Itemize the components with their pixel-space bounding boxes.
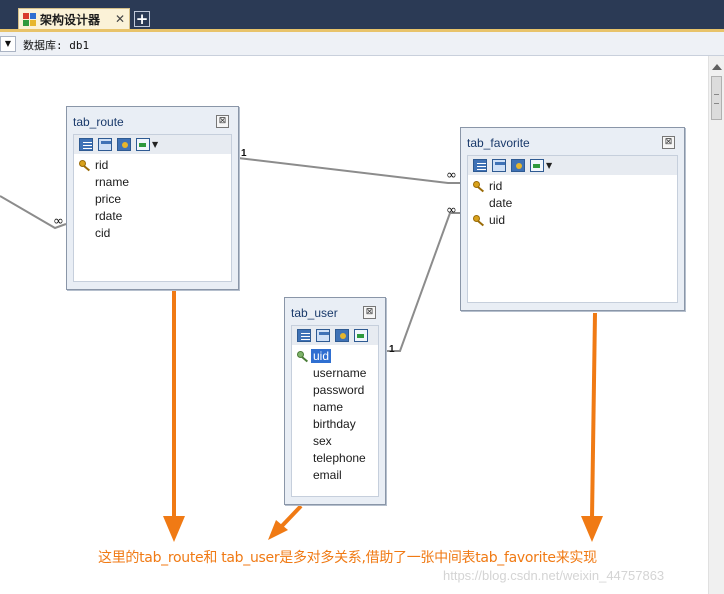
field-name: uid [311,349,332,363]
table-body: ▼ rid date uid [467,155,678,303]
field-row[interactable]: username [292,365,378,382]
field-list: uid username password name birthday sex teleph… [292,348,378,484]
key-manage-icon[interactable] [335,329,349,342]
field-name: price [95,192,122,206]
annotation-text: 这里的tab_route和 tab_user是多对多关系,借助了一张中间表tab… [98,550,597,566]
table-toolbar: ▼ [468,156,677,175]
field-row[interactable]: birthday [292,416,378,433]
field-row[interactable]: name [292,399,378,416]
field-row[interactable]: uid [292,348,378,365]
table-tab-route[interactable]: tab_route ⊠ ▼ rid rname price rdate cid [66,106,239,290]
one-marker-user: 1 [389,344,395,355]
columns-icon[interactable] [473,159,487,172]
watermark: https://blog.csdn.net/weixin_44757863 [443,568,665,583]
primary-key-icon [79,160,91,171]
many-marker-favorite-rid: ∞ [446,168,457,183]
field-name: uid [489,213,506,227]
export-icon[interactable] [136,138,150,151]
columns-icon[interactable] [79,138,93,151]
table-title: tab_favorite [467,136,530,150]
table-title: tab_route [73,115,124,129]
field-row[interactable]: rdate [74,208,231,225]
field-name: password [313,383,365,397]
relation-line-user-favorite [386,212,460,352]
field-row[interactable]: password [292,382,378,399]
table-tab-favorite[interactable]: tab_favorite ⊠ ▼ rid date uid [460,127,685,311]
field-name: birthday [313,417,356,431]
field-row[interactable]: telephone [292,450,378,467]
close-icon[interactable]: ⊠ [363,306,376,319]
field-name: email [313,468,342,482]
columns-icon[interactable] [297,329,311,342]
many-marker-left: ∞ [53,214,64,229]
primary-key-icon [297,351,309,362]
table-toolbar [292,326,378,345]
one-marker-route: 1 [241,148,247,159]
field-row[interactable]: rid [468,178,677,195]
field-name: rdate [95,209,123,223]
export-icon[interactable] [354,329,368,342]
table-title: tab_user [291,306,338,320]
field-row[interactable]: uid [468,212,677,229]
chevron-down-icon[interactable]: ▼ [546,161,552,170]
field-row[interactable]: date [468,195,677,212]
index-icon[interactable] [316,329,330,342]
field-list: rid rname price rdate cid [74,157,231,242]
table-body: uid username password name birthday sex teleph… [291,325,379,497]
index-icon[interactable] [98,138,112,151]
chevron-down-icon[interactable]: ▼ [152,140,158,149]
field-name: rname [95,175,130,189]
field-name: telephone [313,451,366,465]
table-toolbar: ▼ [74,135,231,154]
many-marker-favorite-uid: ∞ [446,203,457,218]
field-row[interactable]: email [292,467,378,484]
relation-line-route-favorite [237,157,460,184]
export-icon[interactable] [530,159,544,172]
field-row[interactable]: cid [74,225,231,242]
primary-key-icon [473,181,485,192]
field-name: rid [95,158,109,172]
field-row[interactable]: rname [74,174,231,191]
table-body: ▼ rid rname price rdate cid [73,134,232,282]
field-name: name [313,400,344,414]
field-name: cid [95,226,111,240]
field-name: date [489,196,513,210]
primary-key-icon [473,215,485,226]
field-row[interactable]: sex [292,433,378,450]
field-name: rid [489,179,503,193]
key-manage-icon[interactable] [511,159,525,172]
field-name: username [313,366,367,380]
field-list: rid date uid [468,178,677,229]
index-icon[interactable] [492,159,506,172]
table-tab-user[interactable]: tab_user ⊠ uid username password name birthd… [284,297,386,505]
field-name: sex [313,434,332,448]
close-icon[interactable]: ⊠ [216,115,229,128]
key-manage-icon[interactable] [117,138,131,151]
field-row[interactable]: rid [74,157,231,174]
close-icon[interactable]: ⊠ [662,136,675,149]
field-row[interactable]: price [74,191,231,208]
